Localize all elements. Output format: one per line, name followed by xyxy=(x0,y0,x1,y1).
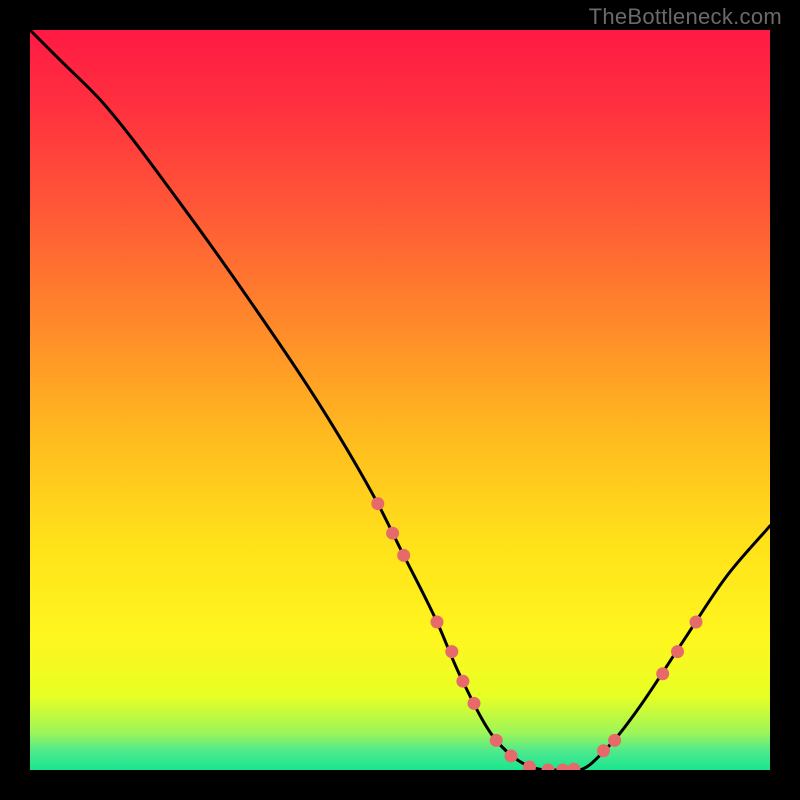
curve-marker xyxy=(671,645,684,658)
chart-curve-layer xyxy=(30,30,770,770)
curve-marker xyxy=(397,549,410,562)
curve-marker xyxy=(431,616,444,629)
curve-marker xyxy=(456,675,469,688)
curve-marker xyxy=(608,734,621,747)
curve-marker xyxy=(445,645,458,658)
curve-marker xyxy=(523,761,536,770)
curve-marker xyxy=(505,749,518,762)
curve-marker xyxy=(597,744,610,757)
watermark-text: TheBottleneck.com xyxy=(589,4,782,30)
plot-area xyxy=(30,30,770,770)
curve-marker xyxy=(371,497,384,510)
bottleneck-curve xyxy=(30,30,770,770)
curve-marker xyxy=(567,763,580,770)
curve-marker xyxy=(542,764,555,771)
curve-marker xyxy=(690,616,703,629)
curve-marker xyxy=(386,527,399,540)
curve-marker xyxy=(656,667,669,680)
curve-marker xyxy=(556,764,569,771)
curve-markers xyxy=(371,497,702,770)
curve-marker xyxy=(468,697,481,710)
root: TheBottleneck.com xyxy=(0,0,800,800)
curve-marker xyxy=(490,734,503,747)
